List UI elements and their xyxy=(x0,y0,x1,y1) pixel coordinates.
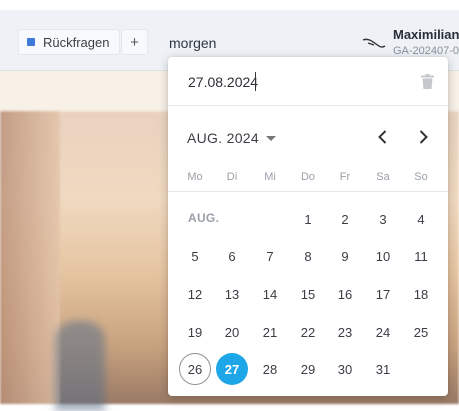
weekday-label: Di xyxy=(226,171,238,183)
tag-chip[interactable]: Rückfragen xyxy=(18,29,121,55)
day-cell[interactable]: 22 xyxy=(292,316,324,348)
weekday-label: Mo xyxy=(187,171,203,183)
day-cell[interactable]: 21 xyxy=(254,316,286,348)
day-cell[interactable]: 9 xyxy=(329,240,361,272)
divider xyxy=(168,105,448,106)
weekday-label: So xyxy=(414,171,428,183)
day-cell[interactable]: 20 xyxy=(216,316,248,348)
day-cell[interactable]: 8 xyxy=(292,240,324,272)
weekday-label: Do xyxy=(300,171,316,183)
day-cell[interactable]: 25 xyxy=(405,316,437,348)
date-picker: AUG. 2024 MoDiMiDoFrSaSo AUG.12345678910… xyxy=(168,57,448,396)
day-cell[interactable]: 12 xyxy=(179,278,211,310)
day-cell[interactable]: 31 xyxy=(367,353,399,385)
day-cell[interactable]: 3 xyxy=(367,203,399,235)
month-year-selector[interactable]: AUG. 2024 xyxy=(187,130,276,146)
day-cell[interactable]: 6 xyxy=(216,240,248,272)
weekday-label: Fr xyxy=(339,171,351,183)
day-cell[interactable]: 29 xyxy=(292,353,324,385)
weekday-header: Mo Di Mi Do Fr Sa So xyxy=(168,171,448,185)
day-cell-selected[interactable]: 27 xyxy=(216,353,248,385)
day-cell[interactable]: 17 xyxy=(367,278,399,310)
date-input[interactable] xyxy=(188,74,388,90)
day-cell[interactable]: 5 xyxy=(179,240,211,272)
tag-label: Rückfragen xyxy=(43,34,110,50)
chevron-left-icon[interactable] xyxy=(374,128,392,146)
due-date-field[interactable]: morgen xyxy=(169,35,216,51)
day-cell[interactable]: 11 xyxy=(405,240,437,272)
weekday-label: Sa xyxy=(376,171,390,183)
add-tag-button[interactable]: + xyxy=(121,29,148,55)
day-cell[interactable]: 15 xyxy=(292,278,324,310)
month-label: AUG. xyxy=(188,211,220,225)
day-cell-today[interactable]: 26 xyxy=(179,353,211,385)
day-cell[interactable]: 18 xyxy=(405,278,437,310)
day-cell[interactable]: 4 xyxy=(405,203,437,235)
day-cell[interactable]: 2 xyxy=(329,203,361,235)
day-cell[interactable]: 28 xyxy=(254,353,286,385)
user-name: Maximilian xyxy=(393,27,459,42)
day-cell[interactable]: 13 xyxy=(216,278,248,310)
day-cell[interactable]: 24 xyxy=(367,316,399,348)
day-cell[interactable]: 10 xyxy=(367,240,399,272)
month-year-label: AUG. 2024 xyxy=(187,130,259,146)
dropdown-arrow-icon xyxy=(265,135,276,141)
day-cell[interactable]: 23 xyxy=(329,316,361,348)
day-cell[interactable]: 19 xyxy=(179,316,211,348)
divider xyxy=(168,191,448,192)
day-cell[interactable]: 1 xyxy=(292,203,324,235)
day-cell[interactable]: 7 xyxy=(254,240,286,272)
trash-icon[interactable] xyxy=(421,74,434,89)
user-id: GA-202407-0 xyxy=(393,45,459,57)
tag-color-icon xyxy=(27,38,35,46)
chevron-right-icon[interactable] xyxy=(414,128,432,146)
weekday-label: Mi xyxy=(264,171,276,183)
day-cell[interactable]: 16 xyxy=(329,278,361,310)
day-cell[interactable]: 14 xyxy=(254,278,286,310)
signature-icon xyxy=(362,38,386,48)
text-cursor xyxy=(255,72,256,91)
day-cell[interactable]: 30 xyxy=(329,353,361,385)
